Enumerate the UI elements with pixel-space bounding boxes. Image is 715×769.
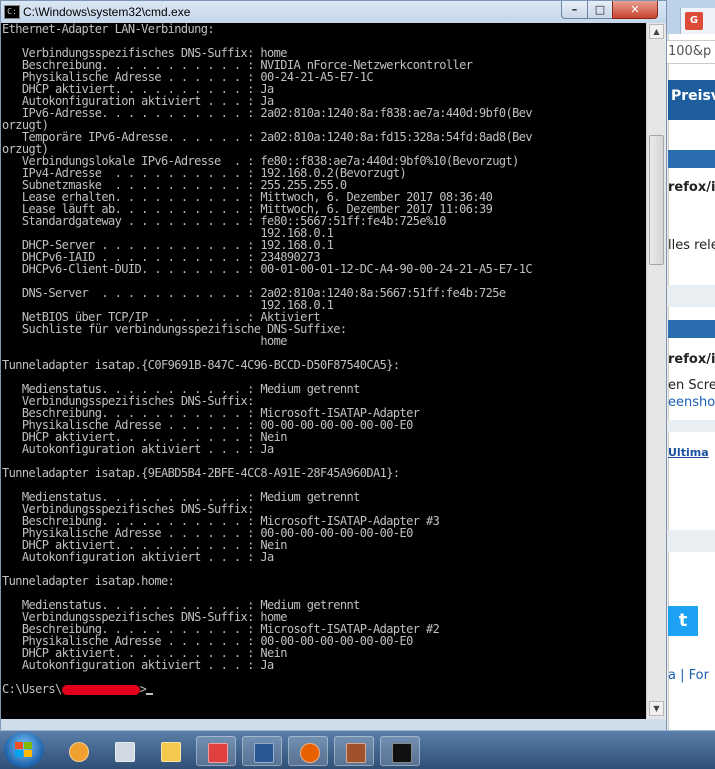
browser-text: lles rele bbox=[668, 238, 715, 253]
snipping-tool-icon bbox=[208, 743, 228, 763]
minimize-button[interactable]: – bbox=[561, 1, 588, 19]
scroll-up-arrow-icon[interactable]: ▲ bbox=[649, 24, 664, 39]
window-title: C:\Windows\system32\cmd.exe bbox=[23, 5, 191, 19]
browser-page-header: Preisv bbox=[668, 80, 715, 120]
taskbar-button[interactable] bbox=[196, 736, 236, 766]
taskbar bbox=[0, 730, 715, 769]
start-button[interactable] bbox=[4, 732, 44, 768]
browser-link[interactable]: eensho bbox=[668, 395, 715, 410]
explorer-folder-icon bbox=[161, 742, 181, 762]
browser-gray-band bbox=[668, 285, 715, 307]
console-text: Ethernet-Adapter LAN-Verbindung: Verbind… bbox=[1, 23, 646, 695]
browser-text: refox/i bbox=[668, 180, 715, 195]
firefox-icon bbox=[300, 743, 320, 763]
console-line: Temporäre IPv6-Adresse. . . . . . : 2a02… bbox=[21, 130, 533, 144]
cmd-app-icon[interactable]: C: bbox=[4, 5, 20, 19]
browser-link[interactable]: Ultima bbox=[668, 446, 709, 459]
console-line: Ethernet-Adapter LAN-Verbindung: bbox=[2, 23, 215, 36]
browser-text: en Scree bbox=[668, 378, 715, 393]
twitter-icon[interactable]: t bbox=[668, 606, 698, 636]
calculator-icon bbox=[115, 742, 135, 762]
browser-gray-band bbox=[668, 530, 715, 552]
console-line: DHCPv6-Client-DUID. . . . . . . . : 00-0… bbox=[21, 262, 533, 276]
close-button[interactable]: ✕ bbox=[612, 1, 658, 19]
scroll-thumb[interactable] bbox=[649, 135, 664, 265]
window-bottom-border bbox=[1, 719, 666, 730]
browser-link[interactable]: a | For bbox=[668, 668, 709, 683]
browser-tab[interactable]: G bbox=[680, 8, 715, 34]
title-bar[interactable]: C: C:\Windows\system32\cmd.exe – □ ✕ bbox=[1, 1, 666, 23]
browser-section-bar bbox=[668, 150, 715, 168]
console-line: Autokonfiguration aktiviert . . . : Ja bbox=[21, 442, 274, 456]
browser-section-bar bbox=[668, 320, 715, 338]
console-line: IPv6-Adresse. . . . . . . . . . . : 2a02… bbox=[21, 106, 533, 120]
taskbar-button[interactable] bbox=[288, 736, 328, 766]
browser-gray-band bbox=[668, 420, 715, 432]
scroll-down-arrow-icon[interactable]: ▼ bbox=[649, 701, 664, 716]
word-icon bbox=[254, 743, 274, 763]
vertical-scrollbar[interactable]: ▲ ▼ bbox=[646, 23, 666, 719]
console-line: Autokonfiguration aktiviert . . . : Ja bbox=[21, 658, 274, 672]
taskbar-button[interactable] bbox=[380, 736, 420, 766]
browser-text: refox/i bbox=[668, 352, 715, 367]
cmd-icon bbox=[392, 743, 412, 763]
google-plus-icon: G bbox=[685, 12, 703, 30]
maximize-button[interactable]: □ bbox=[587, 1, 613, 19]
taskbar-button[interactable] bbox=[242, 736, 282, 766]
media-player-icon bbox=[69, 742, 89, 762]
page-header-text: Preisv bbox=[671, 88, 715, 104]
taskbar-button[interactable] bbox=[150, 736, 190, 766]
console-line: Tunneladapter isatap.home: bbox=[2, 574, 175, 588]
console-line: Tunneladapter isatap.{9EABD5B4-2BFE-4CC8… bbox=[2, 466, 400, 480]
archive-icon bbox=[346, 743, 366, 763]
console-line: Autokonfiguration aktiviert . . . : Ja bbox=[21, 550, 274, 564]
browser-url-text: 100&p bbox=[668, 44, 712, 59]
cmd-window[interactable]: C: C:\Windows\system32\cmd.exe – □ ✕ Eth… bbox=[0, 0, 667, 730]
taskbar-button[interactable] bbox=[58, 736, 98, 766]
console-line: Tunneladapter isatap.{C0F9691B-847C-4C96… bbox=[2, 358, 400, 372]
prompt-path: C:\Users\ bbox=[2, 682, 62, 696]
prompt-symbol: > bbox=[139, 682, 147, 696]
console-output[interactable]: Ethernet-Adapter LAN-Verbindung: Verbind… bbox=[1, 23, 646, 719]
console-line: home bbox=[260, 334, 287, 348]
taskbar-button[interactable] bbox=[104, 736, 144, 766]
redacted-username bbox=[61, 684, 140, 695]
text-cursor bbox=[146, 693, 154, 695]
windows-logo-icon bbox=[15, 742, 33, 758]
taskbar-button[interactable] bbox=[334, 736, 374, 766]
